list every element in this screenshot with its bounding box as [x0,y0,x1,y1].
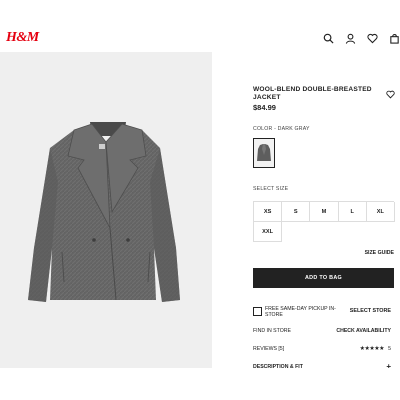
reviews-label: REVIEWS [5] [253,346,285,352]
size-selector: XS S M L XL XXL [253,201,395,242]
rating-stars: ★★★★★ [359,346,385,352]
rating-value: 5 [388,346,391,352]
size-guide-link[interactable]: SIZE GUIDE [365,250,394,256]
size-option-xl[interactable]: XL [366,202,395,222]
color-label: COLOR - DARK GRAY [253,126,310,132]
color-swatch-dark-gray[interactable] [253,138,275,168]
account-icon[interactable] [345,33,356,44]
product-image[interactable] [0,52,212,368]
product-details: WOOL-BLEND DOUBLE-BREASTED JACKET $84.99… [253,86,397,371]
header-icons [323,33,400,44]
brand-logo[interactable]: H&M [6,30,39,46]
size-option-m[interactable]: M [310,202,339,222]
pickup-checkbox[interactable] [253,307,262,316]
site-header: H&M [0,0,400,52]
favorites-icon[interactable] [367,33,378,44]
product-title: WOOL-BLEND DOUBLE-BREASTED JACKET [253,86,372,101]
size-option-s[interactable]: S [282,202,311,222]
size-option-xxl[interactable]: XXL [254,222,283,242]
product-price: $84.99 [253,103,276,112]
reviews-row[interactable]: REVIEWS [5] ★★★★★ 5 [253,346,394,356]
page-bottom [0,368,400,400]
cart-icon[interactable] [389,33,400,44]
check-availability-link[interactable]: CHECK AVAILABILITY [336,328,391,334]
find-in-store-row: FIND IN STORE CHECK AVAILABILITY [253,328,394,338]
heart-icon[interactable] [386,86,395,99]
add-to-bag-button[interactable]: ADD TO BAG [253,268,394,288]
size-option-xs[interactable]: XS [254,202,283,222]
coat-illustration [28,122,180,302]
select-size-label: SELECT SIZE [253,186,289,192]
search-icon[interactable] [323,33,334,44]
size-option-l[interactable]: L [338,202,367,222]
pickup-option: FREE SAME-DAY PICKUP IN-STORE SELECT STO… [253,306,394,320]
select-store-link[interactable]: SELECT STORE [350,308,391,314]
pickup-label: FREE SAME-DAY PICKUP IN-STORE [265,306,336,319]
find-in-store-label: FIND IN STORE [253,328,291,334]
